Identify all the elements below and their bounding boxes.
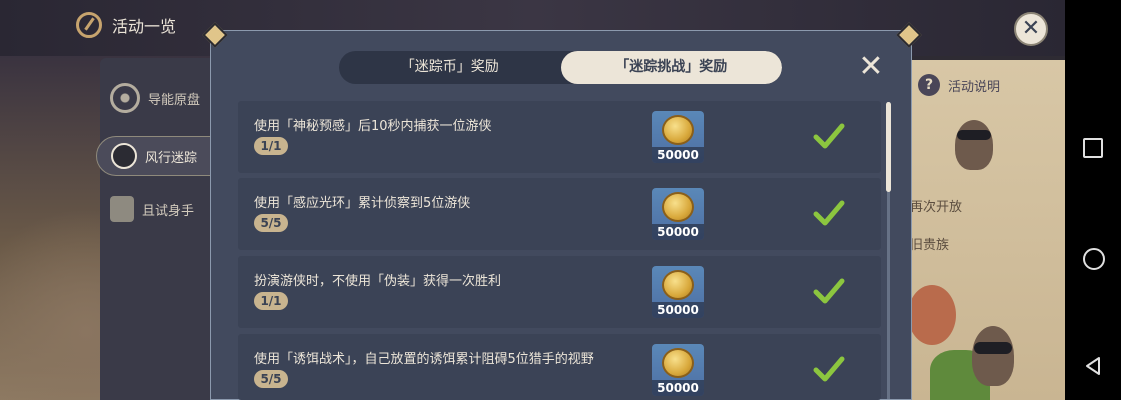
progress-badge: 5/5 <box>254 370 288 388</box>
progress-badge: 5/5 <box>254 214 288 232</box>
mora-coin-icon <box>662 270 694 300</box>
close-icon[interactable]: ✕ <box>1014 12 1048 46</box>
challenge-row: 使用「诱饵战术」，自己放置的诱饵累计阻碍5位猎手的视野 5/5 50000 <box>238 334 881 400</box>
progress-badge: 1/1 <box>254 137 288 155</box>
mascot-raccoon <box>972 326 1014 386</box>
challenge-description: 使用「神秘预感」后10秒内捕获一位游侠 <box>254 119 492 134</box>
challenge-row: 使用「感应光环」累计侦察到5位游侠 5/5 50000 <box>238 178 881 250</box>
sidebar-item-energy-disc[interactable]: 导能原盘 <box>110 83 200 113</box>
mora-coin-icon <box>662 192 694 222</box>
reward-item[interactable]: 50000 <box>652 344 704 396</box>
help-button[interactable]: ? 活动说明 <box>918 74 1000 96</box>
sidebar-item-windtrace[interactable]: 风行迷踪 <box>96 136 212 176</box>
reward-count: 50000 <box>652 147 704 163</box>
reward-count: 50000 <box>652 380 704 396</box>
disc-icon <box>110 83 140 113</box>
reward-item[interactable]: 50000 <box>652 188 704 240</box>
reward-item[interactable]: 50000 <box>652 266 704 318</box>
close-icon[interactable]: ✕ <box>858 52 884 82</box>
background-text: 再次开放 <box>910 200 963 215</box>
check-icon <box>813 278 845 304</box>
system-nav-bar <box>1065 0 1121 400</box>
tab-bar: 「迷踪币」奖励 「迷踪挑战」奖励 <box>339 51 782 84</box>
sidebar-item-trial[interactable]: 且试身手 <box>110 196 194 222</box>
decor-sun <box>908 285 956 345</box>
challenge-row: 使用「神秘预感」后10秒内捕获一位游侠 1/1 50000 <box>238 101 881 173</box>
check-icon <box>813 356 845 382</box>
reward-item[interactable]: 50000 <box>652 111 704 163</box>
tab-coin-rewards[interactable]: 「迷踪币」奖励 <box>339 51 561 84</box>
background-text: 旧贵族 <box>910 238 950 253</box>
sidebar: 导能原盘 风行迷踪 且试身手 <box>96 58 212 400</box>
recents-button[interactable] <box>1083 138 1103 158</box>
help-label: 活动说明 <box>948 79 1001 95</box>
mascot-raccoon <box>955 120 993 170</box>
compass-icon <box>76 12 102 38</box>
mascot-mask <box>974 342 1012 354</box>
check-icon <box>813 123 845 149</box>
mora-coin-icon <box>662 348 694 378</box>
challenge-description: 使用「诱饵战术」，自己放置的诱饵累计阻碍5位猎手的视野 <box>254 352 594 367</box>
cards-icon <box>110 196 134 222</box>
reward-count: 50000 <box>652 302 704 318</box>
reward-count: 50000 <box>652 224 704 240</box>
challenge-description: 扮演游侠时，不使用「伪装」获得一次胜利 <box>254 274 502 289</box>
progress-badge: 1/1 <box>254 292 288 310</box>
mask-icon <box>111 143 137 169</box>
question-icon: ? <box>918 74 940 96</box>
challenge-row: 扮演游侠时，不使用「伪装」获得一次胜利 1/1 50000 <box>238 256 881 328</box>
home-button[interactable] <box>1083 248 1105 270</box>
scrollbar-thumb[interactable] <box>886 102 891 192</box>
mora-coin-icon <box>662 115 694 145</box>
app-title: 活动一览 <box>112 17 177 36</box>
back-button[interactable] <box>1083 356 1103 376</box>
challenge-description: 使用「感应光环」累计侦察到5位游侠 <box>254 196 471 211</box>
app-header: 活动一览 <box>76 12 176 38</box>
check-icon <box>813 200 845 226</box>
sidebar-item-label: 风行迷踪 <box>145 150 198 166</box>
tab-challenge-rewards[interactable]: 「迷踪挑战」奖励 <box>560 51 782 84</box>
sidebar-item-label: 导能原盘 <box>148 92 201 108</box>
mascot-mask <box>957 130 991 140</box>
sidebar-item-label: 且试身手 <box>142 203 195 219</box>
